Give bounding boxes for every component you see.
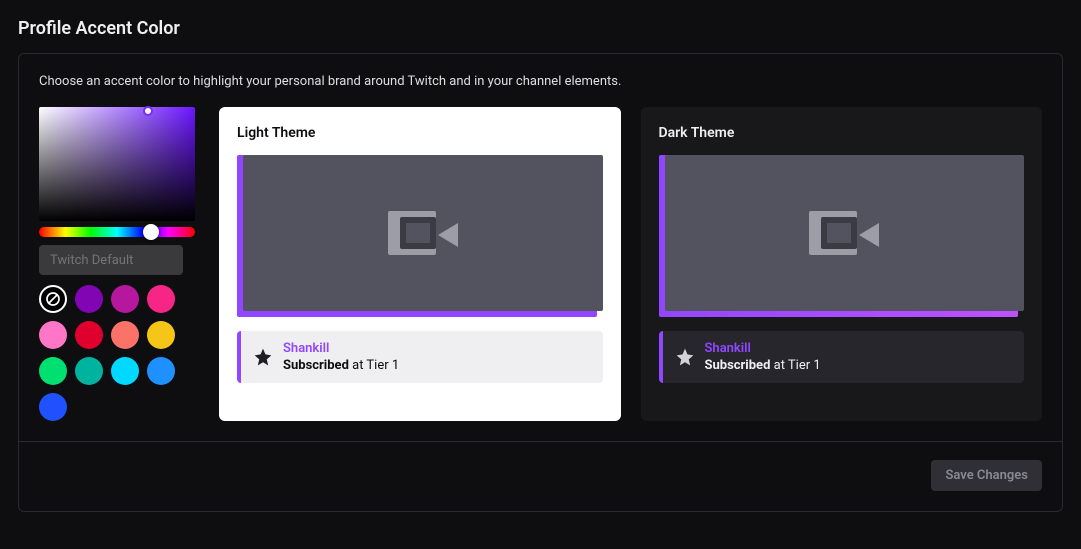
preview-dark: Dark Theme Shankill [641, 107, 1043, 421]
swatch-cyan[interactable] [111, 357, 139, 385]
hue-handle[interactable] [143, 224, 159, 240]
swatch-red[interactable] [75, 321, 103, 349]
sub-status-line: Subscribed at Tier 1 [283, 358, 399, 373]
swatch-grid [39, 285, 199, 421]
star-icon [253, 347, 273, 367]
color-picker [39, 107, 199, 421]
accent-color-card: Choose an accent color to highlight your… [18, 53, 1063, 512]
star-icon [675, 347, 695, 367]
preview-dark-heading: Dark Theme [659, 125, 1025, 141]
preview-light-thumbnail [237, 155, 603, 311]
swatch-coral[interactable] [111, 321, 139, 349]
hex-input[interactable] [39, 245, 183, 275]
section-description: Choose an accent color to highlight your… [39, 74, 1042, 89]
sub-notification-light: Shankill Subscribed at Tier 1 [237, 331, 603, 383]
sub-notification-dark: Shankill Subscribed at Tier 1 [659, 331, 1025, 383]
camera-icon [809, 205, 879, 261]
swatch-teal[interactable] [75, 357, 103, 385]
swatch-pink[interactable] [39, 321, 67, 349]
save-changes-button[interactable]: Save Changes [931, 460, 1042, 491]
sub-status-line: Subscribed at Tier 1 [705, 358, 821, 373]
sub-username: Shankill [283, 341, 399, 356]
preview-dark-thumbnail [659, 155, 1025, 311]
swatch-green[interactable] [39, 357, 67, 385]
card-footer: Save Changes [19, 441, 1062, 491]
swatch-hotpink[interactable] [147, 285, 175, 313]
swatch-blue[interactable] [147, 357, 175, 385]
swatch-none[interactable] [39, 285, 67, 313]
preview-light-heading: Light Theme [237, 125, 603, 141]
swatch-gold[interactable] [147, 321, 175, 349]
swatch-navy[interactable] [39, 393, 67, 421]
saturation-box[interactable] [39, 107, 195, 221]
swatch-purple[interactable] [75, 285, 103, 313]
camera-icon [388, 205, 458, 261]
hue-slider[interactable] [39, 227, 195, 237]
saturation-handle[interactable] [143, 106, 153, 116]
swatch-magenta[interactable] [111, 285, 139, 313]
preview-light: Light Theme Shankill [219, 107, 621, 421]
section-title: Profile Accent Color [18, 18, 1063, 39]
sub-username: Shankill [705, 341, 821, 356]
